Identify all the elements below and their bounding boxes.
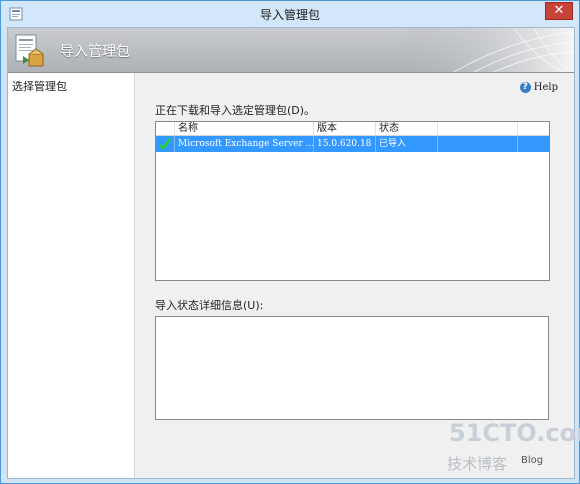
header-icon-column	[156, 122, 174, 135]
left-pane: 选择管理包	[8, 73, 135, 478]
close-icon: ✕	[553, 3, 565, 18]
watermark-blog: Blog	[521, 455, 544, 466]
packs-label: 正在下载和导入选定管理包(D)。	[155, 104, 316, 117]
check-icon	[159, 138, 171, 150]
details-label: 导入状态详细信息(U):	[155, 299, 264, 312]
column-header-status[interactable]: 状态	[375, 122, 437, 135]
table-row[interactable]: Microsoft Exchange Server ... 15.0.620.1…	[156, 136, 549, 152]
dialog-client: 导入管理包 选择管理包 ? Help 正在下载和导入选定管理包(D)。 名称 版本…	[7, 27, 575, 479]
column-header-blank-1	[437, 122, 517, 135]
title-bar[interactable]: 导入管理包 ✕	[1, 1, 579, 27]
help-label: Help	[533, 82, 558, 93]
packs-grid[interactable]: 名称 版本 状态 Microsoft Exchange Server ... 1…	[155, 121, 550, 281]
cell-name: Microsoft Exchange Server ...	[174, 136, 313, 152]
window-title: 导入管理包	[259, 8, 320, 22]
watermark-tagline: 技术博客	[447, 455, 508, 473]
close-button[interactable]: ✕	[545, 2, 573, 20]
import-management-pack-window: 导入管理包 ✕ 导入管理包 选择管理包 ? Help 正在下载和导入选定管理包(…	[0, 0, 580, 484]
cell-version: 15.0.620.18	[313, 136, 375, 152]
cell-status: 已导入	[375, 136, 437, 152]
help-link[interactable]: ? Help	[519, 82, 558, 93]
help-icon: ?	[519, 82, 531, 93]
banner-decoration	[394, 28, 574, 72]
banner-title: 导入管理包	[60, 44, 130, 60]
watermark-site: 51CTO.com	[449, 419, 580, 447]
column-header-version[interactable]: 版本	[313, 122, 375, 135]
details-textbox[interactable]	[155, 316, 549, 420]
column-header-name[interactable]: 名称	[174, 122, 313, 135]
cell-blank-1	[437, 136, 517, 152]
column-header-blank-2	[517, 122, 549, 135]
left-item-select-pack[interactable]: 选择管理包	[12, 78, 67, 94]
cell-blank-2	[517, 136, 549, 152]
header-banner: 导入管理包	[8, 28, 574, 73]
grid-header: 名称 版本 状态	[156, 122, 549, 136]
management-pack-icon	[15, 34, 44, 67]
